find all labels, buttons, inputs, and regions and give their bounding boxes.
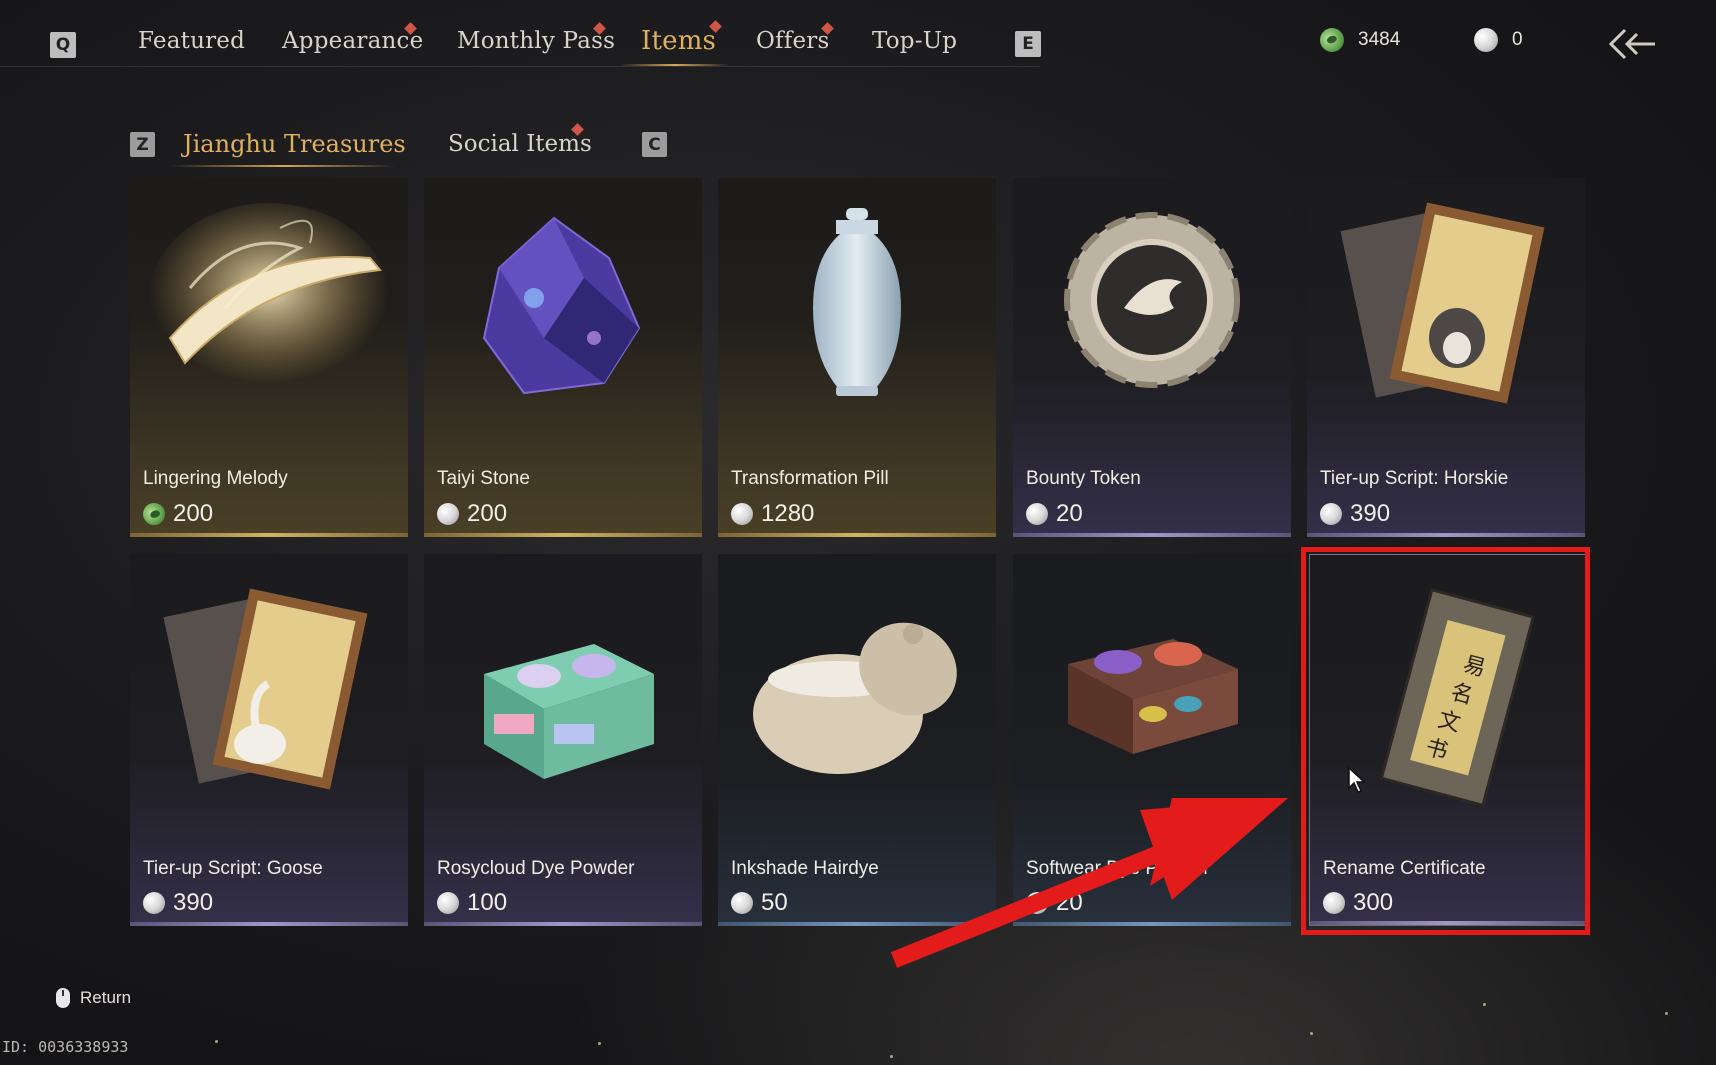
item-card-taiyi-stone[interactable]: Taiyi Stone 200 [424, 178, 702, 537]
tab-items[interactable]: Items [641, 26, 716, 56]
sparkle [215, 1040, 218, 1043]
jade-amount: 3484 [1358, 29, 1401, 50]
player-id: ID: 0036338933 [2, 1038, 129, 1056]
jar-icon [753, 622, 957, 774]
dye-box-icon [484, 644, 654, 779]
key-q-hint[interactable]: Q [50, 32, 76, 58]
rarity-bar [130, 922, 408, 926]
item-name: Rosycloud Dye Powder [437, 858, 635, 879]
pearl-icon [437, 892, 459, 914]
active-subtab-underline [170, 165, 396, 167]
item-price: 100 [437, 889, 507, 917]
item-card-tier-up-goose[interactable]: Tier-up Script: Goose 390 [130, 554, 408, 926]
sparkle [890, 1055, 893, 1058]
pearl-icon [1320, 503, 1342, 525]
key-z-hint[interactable]: Z [130, 132, 155, 157]
tab-appearance[interactable]: Appearance [282, 28, 423, 54]
vase-icon [813, 208, 901, 396]
script-card-icon [163, 588, 368, 790]
item-card-rosycloud-dye[interactable]: Rosycloud Dye Powder 100 [424, 554, 702, 926]
item-price: 200 [437, 500, 507, 528]
return-button[interactable]: Return [56, 988, 131, 1008]
pearl-icon [437, 503, 459, 525]
item-price: 200 [139, 499, 213, 529]
item-price: 390 [143, 889, 213, 917]
key-c-hint[interactable]: C [642, 132, 667, 157]
item-card-lingering-melody[interactable]: Lingering Melody 200 [130, 178, 408, 537]
rarity-bar [718, 533, 996, 537]
mouse-cursor-icon [1348, 767, 1366, 793]
tab-top-up[interactable]: Top-Up [872, 28, 957, 54]
item-name: Inkshade Hairdye [731, 858, 879, 879]
tab-featured[interactable]: Featured [138, 28, 245, 54]
item-name: Bounty Token [1026, 468, 1141, 489]
red-arrow-icon [890, 798, 1288, 968]
sparkle [1310, 1032, 1313, 1035]
jade-balance: 3484 [1316, 24, 1401, 56]
top-nav: Q Featured Appearance Monthly Pass Items… [0, 0, 1716, 68]
item-name: Tier-up Script: Horskie [1320, 468, 1509, 489]
item-name: Tier-up Script: Goose [143, 858, 323, 879]
item-price: 20 [1026, 500, 1083, 528]
rarity-bar [1013, 533, 1291, 537]
item-card-tier-up-horskie[interactable]: Tier-up Script: Horskie 390 [1307, 178, 1585, 537]
subtab-social-items[interactable]: Social Items [448, 131, 592, 157]
guqin-icon [149, 203, 389, 393]
script-card-icon [1340, 202, 1545, 404]
item-name: Lingering Melody [143, 468, 288, 489]
return-label: Return [80, 988, 132, 1007]
item-price: 50 [731, 889, 788, 917]
sparkle [1483, 1003, 1486, 1006]
pearl-balance: 0 [1474, 28, 1523, 52]
back-arrow-icon[interactable] [1605, 24, 1659, 64]
pearl-icon [1474, 28, 1498, 52]
nav-divider [0, 66, 1040, 67]
pearl-icon [731, 892, 753, 914]
highlight-box [1301, 547, 1590, 935]
pearl-icon [731, 503, 753, 525]
item-name: Taiyi Stone [437, 468, 530, 489]
subtab-jianghu-treasures[interactable]: Jianghu Treasures [183, 130, 406, 158]
tab-offers[interactable]: Offers [756, 28, 830, 54]
sparkle [1665, 1012, 1668, 1015]
token-icon [1064, 212, 1240, 388]
pearl-icon [143, 892, 165, 914]
dye-chest-icon [1068, 639, 1238, 754]
item-card-transformation-pill[interactable]: Transformation Pill 1280 [718, 178, 996, 537]
stone-icon [482, 216, 641, 395]
tab-monthly-pass[interactable]: Monthly Pass [457, 28, 615, 54]
sparkle [598, 1042, 601, 1045]
pearl-icon [1026, 503, 1048, 525]
item-card-bounty-token[interactable]: Bounty Token 20 [1013, 178, 1291, 537]
item-price: 1280 [731, 500, 814, 528]
pearl-amount: 0 [1512, 29, 1523, 50]
rarity-bar [1307, 533, 1585, 537]
rarity-bar [424, 533, 702, 537]
jade-icon [1316, 24, 1348, 56]
item-name: Transformation Pill [731, 468, 889, 489]
rarity-bar [424, 922, 702, 926]
jade-icon [139, 499, 169, 529]
mouse-icon [56, 988, 70, 1008]
rarity-bar [130, 533, 408, 537]
key-e-hint[interactable]: E [1015, 31, 1041, 57]
item-price: 390 [1320, 500, 1390, 528]
